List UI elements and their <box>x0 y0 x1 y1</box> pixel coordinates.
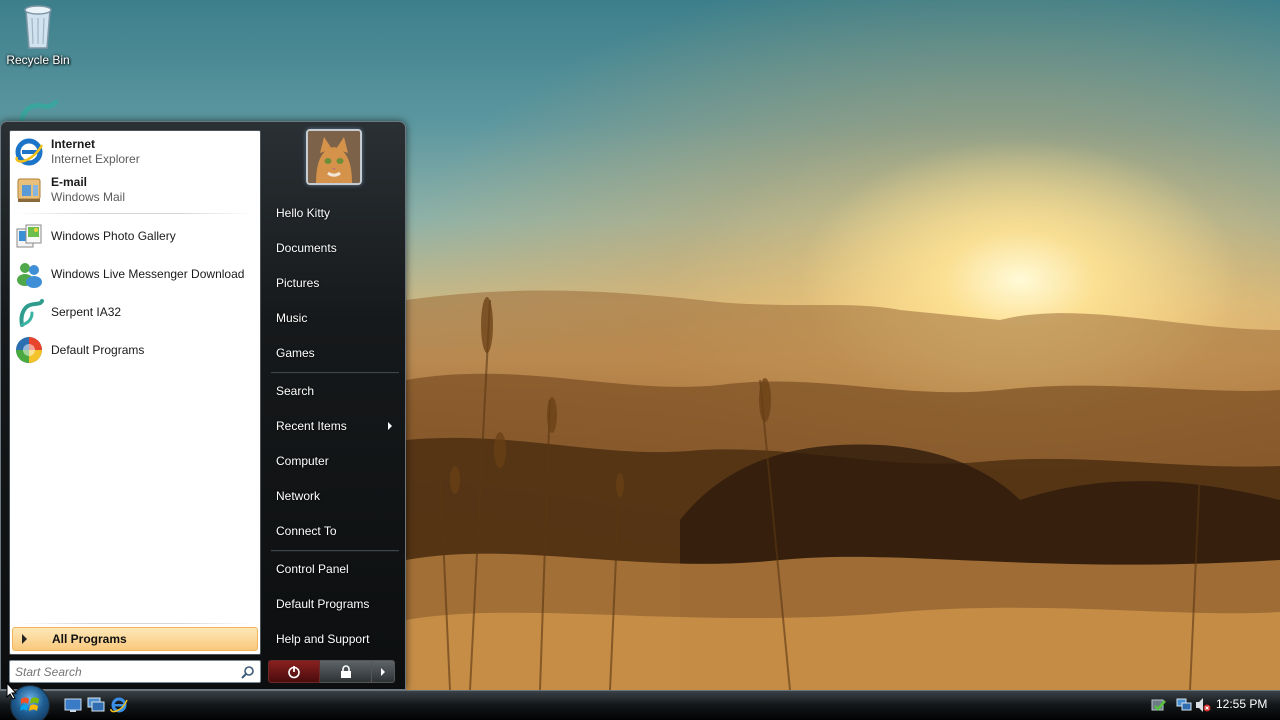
lock-icon <box>340 664 351 678</box>
menu-label: Music <box>276 311 308 325</box>
program-name: Internet <box>51 137 96 151</box>
documents-link[interactable]: Documents <box>268 233 400 263</box>
recent-items-link[interactable]: Recent Items <box>268 411 400 441</box>
pinned-internet[interactable]: Internet Internet Explorer <box>13 134 257 170</box>
recent-default-programs[interactable]: Default Programs <box>13 332 257 368</box>
serpent-icon <box>13 296 45 328</box>
power-button[interactable] <box>268 660 320 683</box>
start-search-box[interactable] <box>9 660 261 683</box>
connect-to-link[interactable]: Connect To <box>268 516 400 546</box>
all-programs-button[interactable]: All Programs <box>12 627 258 651</box>
submenu-arrow-icon <box>388 422 392 430</box>
photo-gallery-icon <box>13 220 45 252</box>
start-menu: Internet Internet Explorer E-mail Window… <box>0 121 406 690</box>
all-programs-separator <box>16 623 254 624</box>
program-name: E-mail <box>51 175 88 189</box>
internet-explorer-icon[interactable] <box>110 697 128 713</box>
program-subtitle: Internet Explorer <box>51 152 140 166</box>
messenger-icon <box>13 258 45 290</box>
network-link[interactable]: Network <box>268 481 400 511</box>
menu-label: Network <box>276 489 321 503</box>
shutdown-options-button[interactable] <box>372 660 395 683</box>
default-programs-icon <box>13 334 45 366</box>
menu-label: Pictures <box>276 276 320 290</box>
menu-label: Games <box>276 346 315 360</box>
menu-label: Search <box>276 384 315 398</box>
program-name: Default Programs <box>51 342 145 357</box>
user-folder-link[interactable]: Hello Kitty <box>268 198 400 228</box>
search-icon[interactable] <box>241 665 255 679</box>
start-search-input[interactable] <box>15 664 215 679</box>
volume-muted-icon[interactable] <box>1195 697 1211 713</box>
menu-label: Connect To <box>276 524 337 538</box>
arrow-right-icon <box>22 634 27 644</box>
internet-explorer-icon <box>13 136 45 168</box>
search-link[interactable]: Search <box>268 376 400 406</box>
help-and-support-link[interactable]: Help and Support <box>268 624 400 654</box>
taskbar <box>0 690 1280 720</box>
pinned-email[interactable]: E-mail Windows Mail <box>13 172 257 208</box>
show-desktop-icon[interactable] <box>64 697 82 713</box>
recent-messenger-download[interactable]: Windows Live Messenger Download <box>13 256 257 292</box>
pinned-separator <box>16 213 254 214</box>
recent-photo-gallery[interactable]: Windows Photo Gallery <box>13 218 257 254</box>
all-programs-label: All Programs <box>52 632 127 646</box>
program-name: Windows Photo Gallery <box>51 228 176 243</box>
right-separator <box>271 550 399 552</box>
user-avatar[interactable] <box>306 129 362 185</box>
desktop-icon-recycle-bin[interactable]: Recycle Bin <box>0 2 76 67</box>
windows-logo-icon <box>20 697 39 711</box>
games-link[interactable]: Games <box>268 338 400 368</box>
switch-windows-icon[interactable] <box>87 697 105 713</box>
program-name: Windows Live Messenger Download <box>51 266 245 281</box>
mouse-cursor-icon <box>6 682 18 700</box>
menu-label: Default Programs <box>276 597 370 611</box>
menu-label: Recent Items <box>276 419 347 433</box>
right-separator <box>271 372 399 374</box>
menu-label: Control Panel <box>276 562 349 576</box>
recycle-bin-icon <box>24 5 52 49</box>
arrow-right-icon <box>381 667 385 676</box>
lock-button[interactable] <box>320 660 372 683</box>
taskbar-clock[interactable]: 12:55 PM <box>1216 697 1267 711</box>
program-name: Serpent IA32 <box>51 304 122 319</box>
menu-label: Help and Support <box>276 632 370 646</box>
menu-label: Computer <box>276 454 329 468</box>
programs-pane: Internet Internet Explorer E-mail Window… <box>9 130 261 655</box>
power-button-group <box>268 660 395 683</box>
control-panel-link[interactable]: Control Panel <box>268 554 400 584</box>
menu-label: Documents <box>276 241 337 255</box>
desktop-icon-label: Recycle Bin <box>6 53 70 67</box>
program-subtitle: Windows Mail <box>51 190 126 204</box>
network-icon[interactable] <box>1176 697 1192 713</box>
user-name: Hello Kitty <box>276 206 331 220</box>
computer-link[interactable]: Computer <box>268 446 400 476</box>
recent-serpent[interactable]: Serpent IA32 <box>13 294 257 330</box>
power-icon <box>288 665 300 678</box>
windows-mail-icon <box>13 174 45 206</box>
music-link[interactable]: Music <box>268 303 400 333</box>
windows-defender-icon[interactable] <box>1150 697 1166 713</box>
pictures-link[interactable]: Pictures <box>268 268 400 298</box>
serpent-icon <box>19 99 59 123</box>
default-programs-link[interactable]: Default Programs <box>268 589 400 619</box>
